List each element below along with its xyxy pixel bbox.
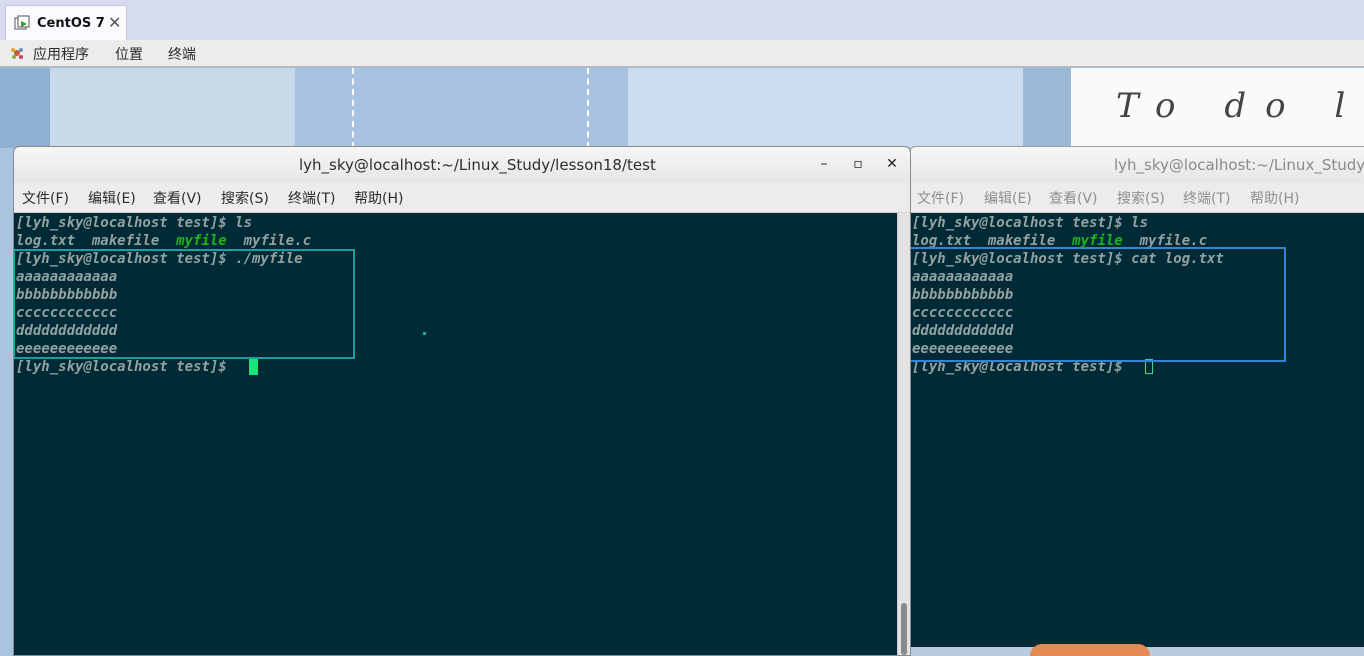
virtual-machine-icon: [14, 15, 30, 30]
menu-terminal[interactable]: 终端(T): [1183, 188, 1230, 208]
wallpaper-todo-text: To do li: [1116, 86, 1364, 126]
menu-help[interactable]: 帮助(H): [1250, 188, 1299, 208]
maximize-icon[interactable]: ▫: [850, 156, 866, 172]
close-icon[interactable]: ✕: [108, 13, 121, 32]
wallpaper-panel: [628, 68, 1023, 148]
executable-file: myfile: [176, 233, 227, 249]
menu-terminal[interactable]: 终端(T): [288, 188, 335, 208]
menu-view[interactable]: 查看(V): [1049, 188, 1098, 208]
window-titlebar[interactable]: lyh_sky@localhost:~/Linux_Study/lesson18…: [910, 147, 1364, 184]
wallpaper-shape: [1030, 644, 1150, 656]
menu-file[interactable]: 文件(F): [917, 188, 964, 208]
wallpaper-panel: [1023, 68, 1071, 148]
wallpaper-dash-line: [587, 68, 589, 148]
menu-search[interactable]: 搜索(S): [221, 188, 269, 208]
vm-tab-strip: CentOS 7 ✕: [0, 0, 1364, 40]
ls-output-files: log.txt makefile: [16, 233, 177, 249]
terminal-screen[interactable]: [lyh_sky@localhost test]$ ls log.txt mak…: [910, 213, 1364, 656]
mouse-pointer-dot: [423, 332, 426, 335]
terminal-window-right[interactable]: lyh_sky@localhost:~/Linux_Study/lesson18…: [909, 146, 1364, 656]
window-titlebar[interactable]: lyh_sky@localhost:~/Linux_Study/lesson18…: [14, 147, 910, 184]
wallpaper-panel: [50, 68, 295, 148]
wallpaper-panel: [295, 68, 628, 148]
menu-edit[interactable]: 编辑(E): [984, 188, 1032, 208]
terminal-line: [lyh_sky@localhost test]$ ls: [16, 215, 253, 231]
ls-output-source: myfile.c: [226, 233, 312, 249]
menu-help[interactable]: 帮助(H): [354, 188, 403, 208]
vertical-scrollbar[interactable]: [897, 213, 910, 655]
terminal-line: [lyh_sky@localhost test]$ ls: [912, 215, 1149, 231]
applications-icon: [11, 48, 23, 59]
terminal-window-left[interactable]: lyh_sky@localhost:~/Linux_Study/lesson18…: [13, 146, 911, 656]
menu-file[interactable]: 文件(F): [22, 188, 69, 208]
highlight-box: [14, 249, 355, 359]
menu-search[interactable]: 搜索(S): [1117, 188, 1165, 208]
window-title: lyh_sky@localhost:~/Linux_Study/lesson18…: [299, 156, 656, 174]
menu-edit[interactable]: 编辑(E): [88, 188, 136, 208]
close-icon[interactable]: ✕: [884, 156, 900, 172]
terminal-screen[interactable]: [lyh_sky@localhost test]$ ls log.txt mak…: [14, 213, 897, 655]
terminal-cursor: [249, 359, 258, 375]
vm-tab-label: CentOS 7: [37, 16, 105, 31]
gnome-top-bar: 应用程序 位置 终端: [0, 40, 1364, 67]
menu-view[interactable]: 查看(V): [153, 188, 202, 208]
window-title: lyh_sky@localhost:~/Linux_Study/lesson18…: [1114, 156, 1364, 174]
highlight-box: [910, 247, 1286, 362]
minimize-icon[interactable]: –: [816, 156, 832, 172]
scrollbar-thumb[interactable]: [901, 603, 907, 655]
wallpaper-panel: [0, 68, 50, 148]
wallpaper-strip: [910, 644, 1364, 656]
terminal-prompt: [lyh_sky@localhost test]$: [16, 359, 236, 375]
wallpaper-dash-line: [352, 68, 354, 148]
terminal-menubar: 文件(F) 编辑(E) 查看(V) 搜索(S) 终端(T) 帮助(H): [910, 183, 1364, 213]
terminal-menubar: 文件(F) 编辑(E) 查看(V) 搜索(S) 终端(T) 帮助(H): [14, 183, 910, 213]
menu-terminal[interactable]: 终端: [168, 44, 196, 64]
wallpaper-todo-card: To do li: [1071, 68, 1364, 148]
menu-places[interactable]: 位置: [115, 44, 143, 64]
vm-tab-centos[interactable]: CentOS 7 ✕: [5, 5, 127, 40]
menu-applications[interactable]: 应用程序: [33, 44, 89, 64]
terminal-line: log.txt makefile myfile myfile.c: [16, 232, 311, 250]
